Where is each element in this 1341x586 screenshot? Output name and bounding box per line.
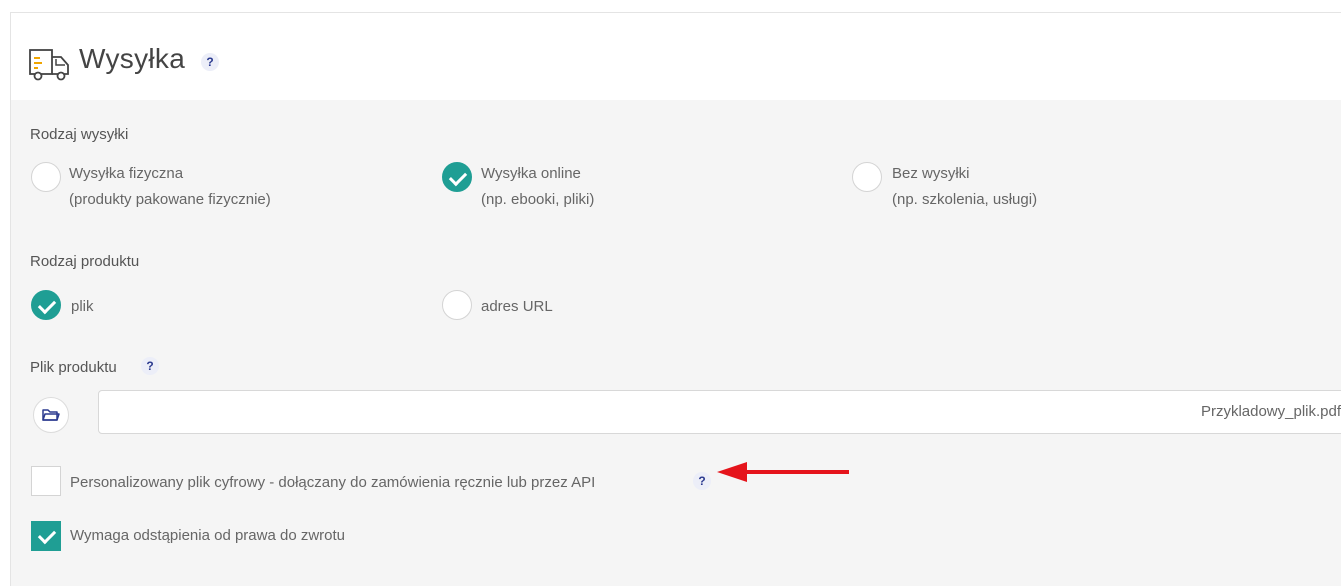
radio-physical-shipping[interactable] bbox=[31, 162, 61, 192]
no-shipping-subtitle: (np. szkolenia, usługi) bbox=[892, 191, 1038, 208]
no-shipping-title: Bez wysyłki bbox=[892, 165, 970, 182]
browse-file-button[interactable] bbox=[33, 397, 69, 433]
withdrawal-checkbox[interactable] bbox=[31, 521, 61, 551]
title-help-icon[interactable]: ? bbox=[201, 53, 219, 71]
personalized-help-icon[interactable]: ? bbox=[693, 472, 711, 490]
file-option-label: plik bbox=[71, 298, 94, 315]
online-shipping-subtitle: (np. ebooki, pliki) bbox=[481, 191, 595, 208]
truck-icon bbox=[29, 49, 69, 81]
radio-online-shipping[interactable] bbox=[442, 162, 472, 192]
physical-shipping-subtitle: (produkty pakowane fizycznie) bbox=[69, 191, 271, 208]
personalized-file-checkbox[interactable] bbox=[31, 466, 61, 496]
radio-no-shipping[interactable] bbox=[852, 162, 882, 192]
personalized-file-label: Personalizowany plik cyfrowy - dołączany… bbox=[70, 474, 596, 491]
radio-url[interactable] bbox=[442, 290, 472, 320]
folder-icon bbox=[42, 409, 60, 421]
online-shipping-title: Wysyłka online bbox=[481, 165, 581, 182]
product-file-label: Plik produktu bbox=[30, 359, 117, 376]
shipping-panel: Wysyłka ? Rodzaj wysyłki Wysyłka fizyczn… bbox=[10, 12, 1341, 586]
withdrawal-label: Wymaga odstąpienia od prawa do zwrotu bbox=[70, 527, 346, 544]
product-file-input[interactable]: Przykladowy_plik.pdf bbox=[98, 390, 1341, 434]
panel-header: Wysyłka ? bbox=[11, 13, 1341, 100]
radio-file[interactable] bbox=[31, 290, 61, 320]
url-option-label: adres URL bbox=[481, 298, 553, 315]
product-file-help-icon[interactable]: ? bbox=[141, 357, 159, 375]
page-title: Wysyłka bbox=[79, 43, 186, 74]
shipping-type-label: Rodzaj wysyłki bbox=[30, 126, 129, 143]
physical-shipping-title: Wysyłka fizyczna bbox=[69, 165, 184, 182]
red-arrow-annotation bbox=[717, 462, 849, 482]
product-type-label: Rodzaj produktu bbox=[30, 253, 140, 270]
